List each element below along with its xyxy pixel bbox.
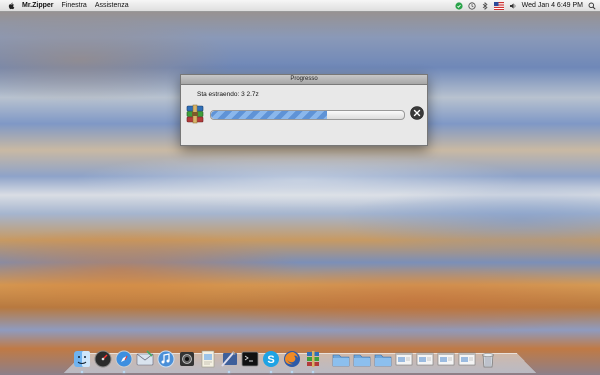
dock-photobooth-icon[interactable] <box>177 349 197 369</box>
desktop: Mr.Zipper Finestra Assistenza Wed Jan 4 … <box>0 0 600 375</box>
safari-icon <box>115 350 133 368</box>
winrar-archive-icon <box>186 104 204 124</box>
dock-window-thumbnail-icon[interactable] <box>394 349 414 369</box>
dock-separator <box>324 349 330 369</box>
itunes-icon <box>157 350 175 368</box>
running-indicator <box>291 371 293 373</box>
menu-bar: Mr.Zipper Finestra Assistenza Wed Jan 4 … <box>0 0 600 12</box>
bluetooth-icon[interactable] <box>481 1 489 10</box>
finder-icon <box>74 351 90 367</box>
dock-window-thumbnail-icon[interactable] <box>436 349 456 369</box>
menu-clock[interactable]: Wed Jan 4 6:49 PM <box>522 2 583 9</box>
dock-folder-icon[interactable] <box>352 349 372 369</box>
window-thumbnail-icon <box>437 352 455 366</box>
dock-window-thumbnail-icon[interactable] <box>415 349 435 369</box>
dock-dashboard-icon[interactable] <box>93 349 113 369</box>
apple-menu-icon[interactable] <box>8 2 15 10</box>
extraction-progress-bar <box>210 110 405 120</box>
firefox-icon <box>284 351 300 367</box>
winrar-icon <box>307 351 319 367</box>
skype-status-icon[interactable] <box>455 1 463 10</box>
menu-app-name[interactable]: Mr.Zipper <box>22 2 54 9</box>
dock-itunes-icon[interactable] <box>156 349 176 369</box>
dock-finder-icon[interactable] <box>72 349 92 373</box>
dock: S <box>72 343 498 373</box>
dialog-title: Progresso <box>181 75 427 85</box>
trash-icon <box>482 353 494 368</box>
dock-winrar-icon[interactable] <box>303 349 323 373</box>
dashboard-icon <box>94 350 112 368</box>
dock-xcode-icon[interactable] <box>219 349 239 373</box>
volume-icon[interactable] <box>509 2 517 10</box>
progress-dialog: Progresso Sta estraendo: 3 2.7z <box>180 74 428 146</box>
dock-folder-icon[interactable] <box>373 349 393 369</box>
status-area: Wed Jan 4 6:49 PM <box>455 0 596 11</box>
spotlight-search-icon[interactable] <box>588 2 596 10</box>
dock-mail-icon[interactable] <box>135 349 155 369</box>
window-thumbnail-icon <box>458 352 476 366</box>
folder-icon <box>353 354 371 367</box>
dock-safari-icon[interactable] <box>114 349 134 373</box>
svg-text:S: S <box>267 354 274 366</box>
running-indicator <box>81 371 83 373</box>
menu-assistenza[interactable]: Assistenza <box>95 2 129 9</box>
running-indicator <box>123 371 125 373</box>
flag-us-icon[interactable] <box>493 1 504 10</box>
dock-terminal-icon[interactable] <box>240 349 260 369</box>
dock-preview-icon[interactable] <box>198 349 218 369</box>
running-indicator <box>228 371 230 373</box>
progress-fill <box>211 111 327 119</box>
extraction-status-text: Sta estraendo: 3 2.7z <box>197 91 259 98</box>
preview-icon <box>201 350 215 368</box>
dock-window-thumbnail-icon[interactable] <box>457 349 477 369</box>
dock-trash-icon[interactable] <box>478 349 498 369</box>
photobooth-icon <box>180 352 194 366</box>
menu-finestra[interactable]: Finestra <box>62 2 87 9</box>
terminal-icon <box>241 351 259 367</box>
xcode-icon <box>221 351 237 367</box>
window-thumbnail-icon <box>416 352 434 366</box>
time-machine-icon[interactable] <box>468 1 476 10</box>
running-indicator <box>312 371 314 373</box>
folder-icon <box>332 354 350 367</box>
cancel-extraction-button[interactable] <box>410 106 424 120</box>
folder-icon <box>374 354 392 367</box>
dock-folder-icon[interactable] <box>331 349 351 369</box>
mail-icon <box>136 350 154 366</box>
dock-skype-icon[interactable]: S <box>261 349 281 373</box>
running-indicator <box>270 371 272 373</box>
dock-firefox-icon[interactable] <box>282 349 302 373</box>
window-thumbnail-icon <box>395 352 413 366</box>
skype-icon: S <box>263 351 279 367</box>
